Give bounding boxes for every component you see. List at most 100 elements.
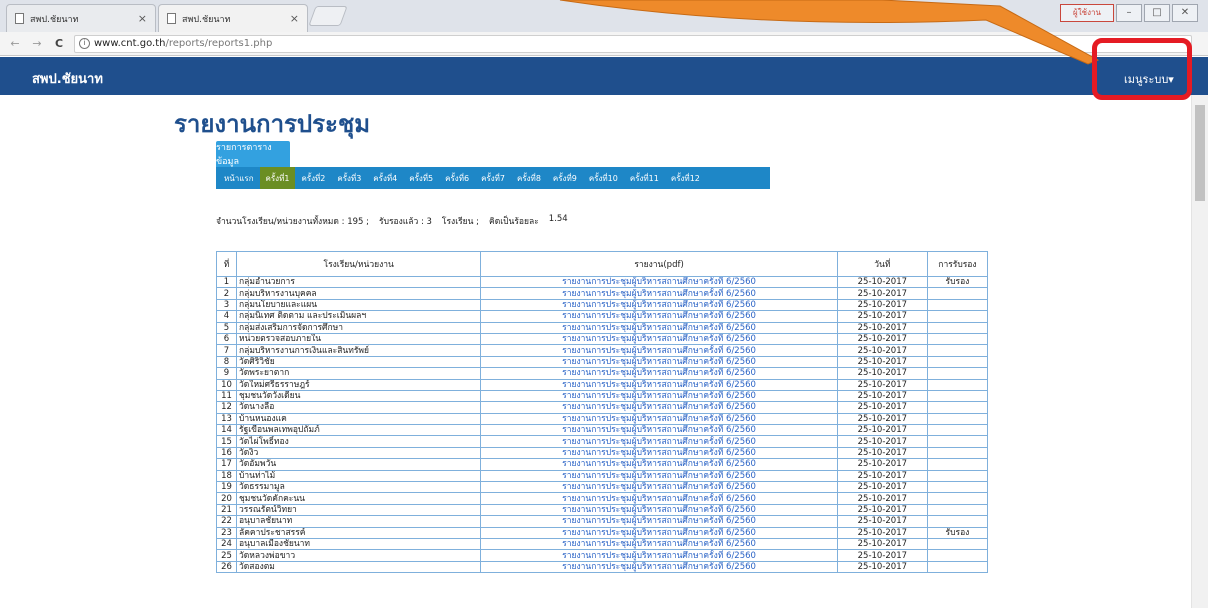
report-pdf-link[interactable]: รายงานการประชุมผู้บริหารสถานศึกษาครั้งที… — [480, 378, 838, 391]
school-name: ชุมชนวัดคักคะนน — [236, 492, 482, 505]
report-pdf-link[interactable]: รายงานการประชุมผู้บริหารสถานศึกษาครั้งที… — [480, 275, 838, 289]
report-pdf-link[interactable]: รายงานการประชุมผู้บริหารสถานศึกษาครั้งที… — [480, 389, 838, 403]
certification-status — [926, 287, 989, 300]
report-pdf-link[interactable]: รายงานการประชุมผู้บริหารสถานศึกษาครั้งที… — [480, 298, 838, 312]
data-list-button[interactable]: รายการตารางข้อมูล — [216, 141, 290, 167]
table-row: 5 กลุ่มส่งเสริมการจัดการศึกษา รายงานการประ… — [215, 321, 989, 334]
tab-meeting[interactable]: ครั้งที่4 — [367, 167, 403, 189]
report-date: 25-10-2017 — [836, 515, 928, 528]
school-name: อนุบาลชัยนาท — [236, 515, 482, 528]
report-pdf-link[interactable]: รายงานการประชุมผู้บริหารสถานศึกษาครั้งที… — [480, 355, 838, 369]
report-date: 25-10-2017 — [836, 401, 928, 414]
school-name: อนุบาลเมืองชัยนาท — [236, 537, 482, 551]
col-header-school: โรงเรียน/หน่วยงาน — [236, 251, 482, 277]
table-row: 16 วัดงิ้ว รายงานการประชุมผู้บริหารสถานศึก… — [215, 446, 989, 460]
tab-meeting[interactable]: ครั้งที่11 — [624, 167, 665, 189]
school-name: หน่วยตรวจสอบภายใน — [236, 332, 482, 346]
report-pdf-link[interactable]: รายงานการประชุมผู้บริหารสถานศึกษาครั้งที… — [480, 367, 838, 380]
certification-status — [926, 344, 989, 357]
row-number: 11 — [215, 389, 238, 403]
report-pdf-link[interactable]: รายงานการประชุมผู้บริหารสถานศึกษาครั้งที… — [480, 446, 838, 460]
tab-meeting[interactable]: ครั้งที่9 — [547, 167, 583, 189]
certification-status — [926, 424, 989, 437]
tab-meeting[interactable]: ครั้งที่1 — [259, 167, 296, 189]
certification-status — [926, 412, 989, 426]
tab-meeting[interactable]: ครั้งที่8 — [511, 167, 547, 189]
school-name: วัดนางลือ — [236, 401, 482, 414]
report-pdf-link[interactable]: รายงานการประชุมผู้บริหารสถานศึกษาครั้งที… — [480, 481, 838, 494]
certification-status — [926, 401, 989, 414]
table-row: 17 วัดอัมพวัน รายงานการประชุมผู้บริหารสถาน… — [215, 458, 989, 471]
certification-status — [926, 515, 989, 528]
report-pdf-link[interactable]: รายงานการประชุมผู้บริหารสถานศึกษาครั้งที… — [480, 401, 838, 414]
report-date: 25-10-2017 — [836, 435, 928, 448]
school-name: กลุ่มนโยบายและแผน — [236, 298, 482, 312]
report-pdf-link[interactable]: รายงานการประชุมผู้บริหารสถานศึกษาครั้งที… — [480, 412, 838, 426]
tab-meeting[interactable]: หน้าแรก — [218, 167, 260, 189]
highlight-box — [1092, 38, 1192, 100]
report-pdf-link[interactable]: รายงานการประชุมผู้บริหารสถานศึกษาครั้งที… — [480, 458, 838, 471]
report-pdf-link[interactable]: รายงานการประชุมผู้บริหารสถานศึกษาครั้งที… — [480, 424, 838, 437]
row-number: 24 — [215, 537, 238, 551]
table-row: 24 อนุบาลเมืองชัยนาท รายงานการประชุมผู้บริ… — [215, 537, 989, 551]
certification-status — [926, 435, 989, 448]
report-pdf-link[interactable]: รายงานการประชุมผู้บริหารสถานศึกษาครั้งที… — [480, 560, 838, 574]
certification-status: รับรอง — [926, 275, 989, 289]
certification-status — [926, 389, 989, 403]
tab-meeting[interactable]: ครั้งที่12 — [665, 167, 706, 189]
report-date: 25-10-2017 — [836, 560, 928, 574]
school-name: วัดศิริวิชัย — [236, 355, 482, 369]
report-pdf-link[interactable]: รายงานการประชุมผู้บริหารสถานศึกษาครั้งที… — [480, 492, 838, 505]
report-pdf-link[interactable]: รายงานการประชุมผู้บริหารสถานศึกษาครั้งที… — [480, 537, 838, 551]
tab-meeting[interactable]: ครั้งที่2 — [295, 167, 331, 189]
certification-status — [926, 560, 989, 574]
table-row: 2 กลุ่มบริหารงานบุคคล รายงานการประชุมผู้บร… — [215, 287, 989, 300]
report-date: 25-10-2017 — [836, 298, 928, 312]
report-date: 25-10-2017 — [836, 332, 928, 346]
school-name: ลัคคาประชาสรรค์ — [236, 526, 482, 540]
certification-status — [926, 378, 989, 391]
report-pdf-link[interactable]: รายงานการประชุมผู้บริหารสถานศึกษาครั้งที… — [480, 503, 838, 517]
report-pdf-link[interactable]: รายงานการประชุมผู้บริหารสถานศึกษาครั้งที… — [480, 526, 838, 540]
report-pdf-link[interactable]: รายงานการประชุมผู้บริหารสถานศึกษาครั้งที… — [480, 435, 838, 448]
report-pdf-link[interactable]: รายงานการประชุมผู้บริหารสถานศึกษาครั้งที… — [480, 549, 838, 562]
school-name: กลุ่มอำนวยการ — [236, 275, 482, 289]
scrollbar-thumb[interactable] — [1195, 105, 1205, 201]
tab-meeting[interactable]: ครั้งที่6 — [439, 167, 475, 189]
school-name: วัดหลวงพ่อขาว — [236, 549, 482, 562]
certification-status — [926, 537, 989, 551]
report-pdf-link[interactable]: รายงานการประชุมผู้บริหารสถานศึกษาครั้งที… — [480, 332, 838, 346]
report-pdf-link[interactable]: รายงานการประชุมผู้บริหารสถานศึกษาครั้งที… — [480, 469, 838, 483]
certified-count: รับรองแล้ว : 3 — [379, 217, 432, 227]
report-date: 25-10-2017 — [836, 355, 928, 369]
row-number: 21 — [215, 503, 238, 517]
report-date: 25-10-2017 — [836, 412, 928, 426]
table-row: 12 วัดนางลือ รายงานการประชุมผู้บริหารสถานศ… — [215, 401, 989, 414]
col-header-date: วันที่ — [836, 251, 928, 277]
table-row: 21 วรรณรัตน์วิทยา รายงานการประชุมผู้บริหาร… — [215, 503, 989, 517]
col-header-report: รายงาน(pdf) — [480, 251, 838, 277]
page-scrollbar[interactable] — [1191, 95, 1208, 608]
certification-status — [926, 321, 989, 334]
row-number: 22 — [215, 515, 238, 528]
report-pdf-link[interactable]: รายงานการประชุมผู้บริหารสถานศึกษาครั้งที… — [480, 310, 838, 323]
report-pdf-link[interactable]: รายงานการประชุมผู้บริหารสถานศึกษาครั้งที… — [480, 515, 838, 528]
row-number: 8 — [215, 355, 238, 369]
table-row: 15 วัดไผ่โพธิ์ทอง รายงานการประชุมผู้บริหาร… — [215, 435, 989, 448]
certification-status — [926, 503, 989, 517]
school-name: วัดอัมพวัน — [236, 458, 482, 471]
tab-meeting[interactable]: ครั้งที่7 — [475, 167, 511, 189]
tab-meeting[interactable]: ครั้งที่3 — [331, 167, 367, 189]
row-number: 18 — [215, 469, 238, 483]
tab-meeting[interactable]: ครั้งที่10 — [583, 167, 624, 189]
report-date: 25-10-2017 — [836, 492, 928, 505]
report-pdf-link[interactable]: รายงานการประชุมผู้บริหารสถานศึกษาครั้งที… — [480, 321, 838, 334]
tab-meeting[interactable]: ครั้งที่5 — [403, 167, 439, 189]
report-pdf-link[interactable]: รายงานการประชุมผู้บริหารสถานศึกษาครั้งที… — [480, 287, 838, 300]
report-table: ที่ โรงเรียน/หน่วยงาน รายงาน(pdf) วันที่… — [215, 251, 989, 574]
percent-value: 1.54 — [548, 214, 568, 224]
report-pdf-link[interactable]: รายงานการประชุมผู้บริหารสถานศึกษาครั้งที… — [480, 344, 838, 357]
table-row: 18 บ้านท่าไม้ รายงานการประชุมผู้บริหารสถาน… — [215, 469, 989, 483]
row-number: 7 — [215, 344, 238, 357]
row-number: 13 — [215, 412, 238, 426]
